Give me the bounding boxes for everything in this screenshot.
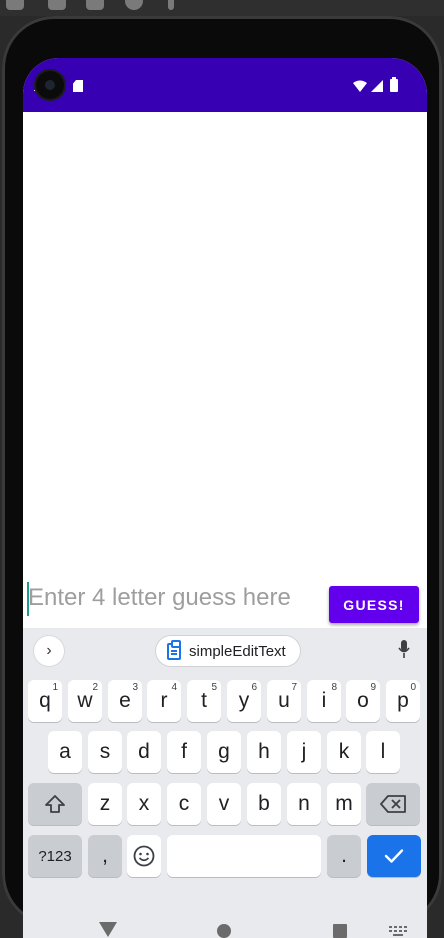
key-a[interactable]: a <box>48 731 82 773</box>
home-icon[interactable] <box>217 924 231 938</box>
status-bar: 1 <box>23 58 427 112</box>
key-i[interactable]: i8 <box>307 680 341 722</box>
signal-icon <box>371 80 383 92</box>
key-g[interactable]: g <box>207 731 241 773</box>
emoji-key[interactable] <box>127 835 161 877</box>
key-label: i <box>321 689 327 712</box>
clipboard-icon <box>167 639 181 660</box>
front-camera <box>36 71 64 99</box>
key-f[interactable]: f <box>167 731 201 773</box>
key-w[interactable]: w2 <box>68 680 102 722</box>
period-key[interactable]: . <box>327 835 361 877</box>
phone-screen: 1 Enter 4 letter guess here GUESS! › sim… <box>23 58 427 938</box>
key-z[interactable]: z <box>88 783 122 825</box>
more-icon[interactable] <box>168 0 174 10</box>
key-hint: 8 <box>331 682 337 693</box>
backspace-key[interactable] <box>366 783 420 825</box>
navigation-bar <box>23 922 427 938</box>
key-label: q <box>39 689 51 712</box>
key-v[interactable]: v <box>207 783 241 825</box>
key-label: p <box>397 689 409 712</box>
comma-key[interactable]: , <box>88 835 122 877</box>
key-hint: 4 <box>171 682 177 693</box>
clipboard-suggestion-label: simpleEditText <box>189 642 286 660</box>
key-label: t <box>201 689 207 712</box>
record-icon[interactable] <box>125 0 143 10</box>
key-hint: 1 <box>52 682 58 693</box>
toolbar-icon[interactable] <box>48 0 66 10</box>
enter-key[interactable] <box>367 835 421 877</box>
key-hint: 9 <box>370 682 376 693</box>
key-hint: 2 <box>92 682 98 693</box>
back-icon[interactable] <box>99 922 117 937</box>
key-hint: 5 <box>211 682 217 693</box>
key-h[interactable]: h <box>247 731 281 773</box>
key-hint: 6 <box>251 682 257 693</box>
space-key[interactable] <box>167 835 321 877</box>
key-p[interactable]: p0 <box>386 680 420 722</box>
key-t[interactable]: t5 <box>187 680 221 722</box>
wifi-icon <box>353 80 367 92</box>
key-hint: 0 <box>410 682 416 693</box>
device-frame: 1 Enter 4 letter guess here GUESS! › sim… <box>2 16 442 938</box>
soft-keyboard: › simpleEditText q1 w2 e3 r4 t5 y6 u7 i8… <box>23 628 427 938</box>
key-n[interactable]: n <box>287 783 321 825</box>
symbols-key[interactable]: ?123 <box>28 835 82 877</box>
shift-icon <box>45 795 65 813</box>
toolbar-icon[interactable] <box>6 0 24 10</box>
guess-input[interactable]: Enter 4 letter guess here <box>28 584 291 612</box>
backspace-icon <box>380 795 406 813</box>
key-label: r <box>160 689 168 712</box>
key-label: o <box>357 689 369 712</box>
clipboard-suggestion-chip[interactable]: simpleEditText <box>156 636 300 666</box>
key-u[interactable]: u7 <box>267 680 301 722</box>
shift-key[interactable] <box>28 783 82 825</box>
checkmark-icon <box>384 849 404 863</box>
key-label: u <box>278 689 290 712</box>
key-k[interactable]: k <box>327 731 361 773</box>
recents-icon[interactable] <box>333 924 347 938</box>
camera-icon[interactable] <box>86 0 104 10</box>
key-hint: 3 <box>132 682 138 693</box>
key-j[interactable]: j <box>287 731 321 773</box>
emoji-icon <box>133 845 155 867</box>
key-e[interactable]: e3 <box>108 680 142 722</box>
key-r[interactable]: r4 <box>147 680 181 722</box>
battery-icon <box>390 77 398 92</box>
key-d[interactable]: d <box>127 731 161 773</box>
key-l[interactable]: l <box>366 731 400 773</box>
sd-card-icon <box>73 80 83 92</box>
chevron-right-icon[interactable]: › <box>34 636 64 666</box>
key-y[interactable]: y6 <box>227 680 261 722</box>
key-label: e <box>119 689 131 712</box>
emulator-toolbar <box>0 0 444 16</box>
guess-button[interactable]: GUESS! <box>329 586 419 623</box>
key-m[interactable]: m <box>327 783 361 825</box>
key-s[interactable]: s <box>88 731 122 773</box>
key-label: w <box>77 689 93 712</box>
key-c[interactable]: c <box>167 783 201 825</box>
key-b[interactable]: b <box>247 783 281 825</box>
keyboard-switch-icon[interactable] <box>389 926 407 936</box>
key-label: y <box>238 689 250 712</box>
key-hint: 7 <box>291 682 297 693</box>
key-o[interactable]: o9 <box>346 680 380 722</box>
key-x[interactable]: x <box>127 783 161 825</box>
key-q[interactable]: q1 <box>28 680 62 722</box>
microphone-icon[interactable] <box>398 640 410 658</box>
